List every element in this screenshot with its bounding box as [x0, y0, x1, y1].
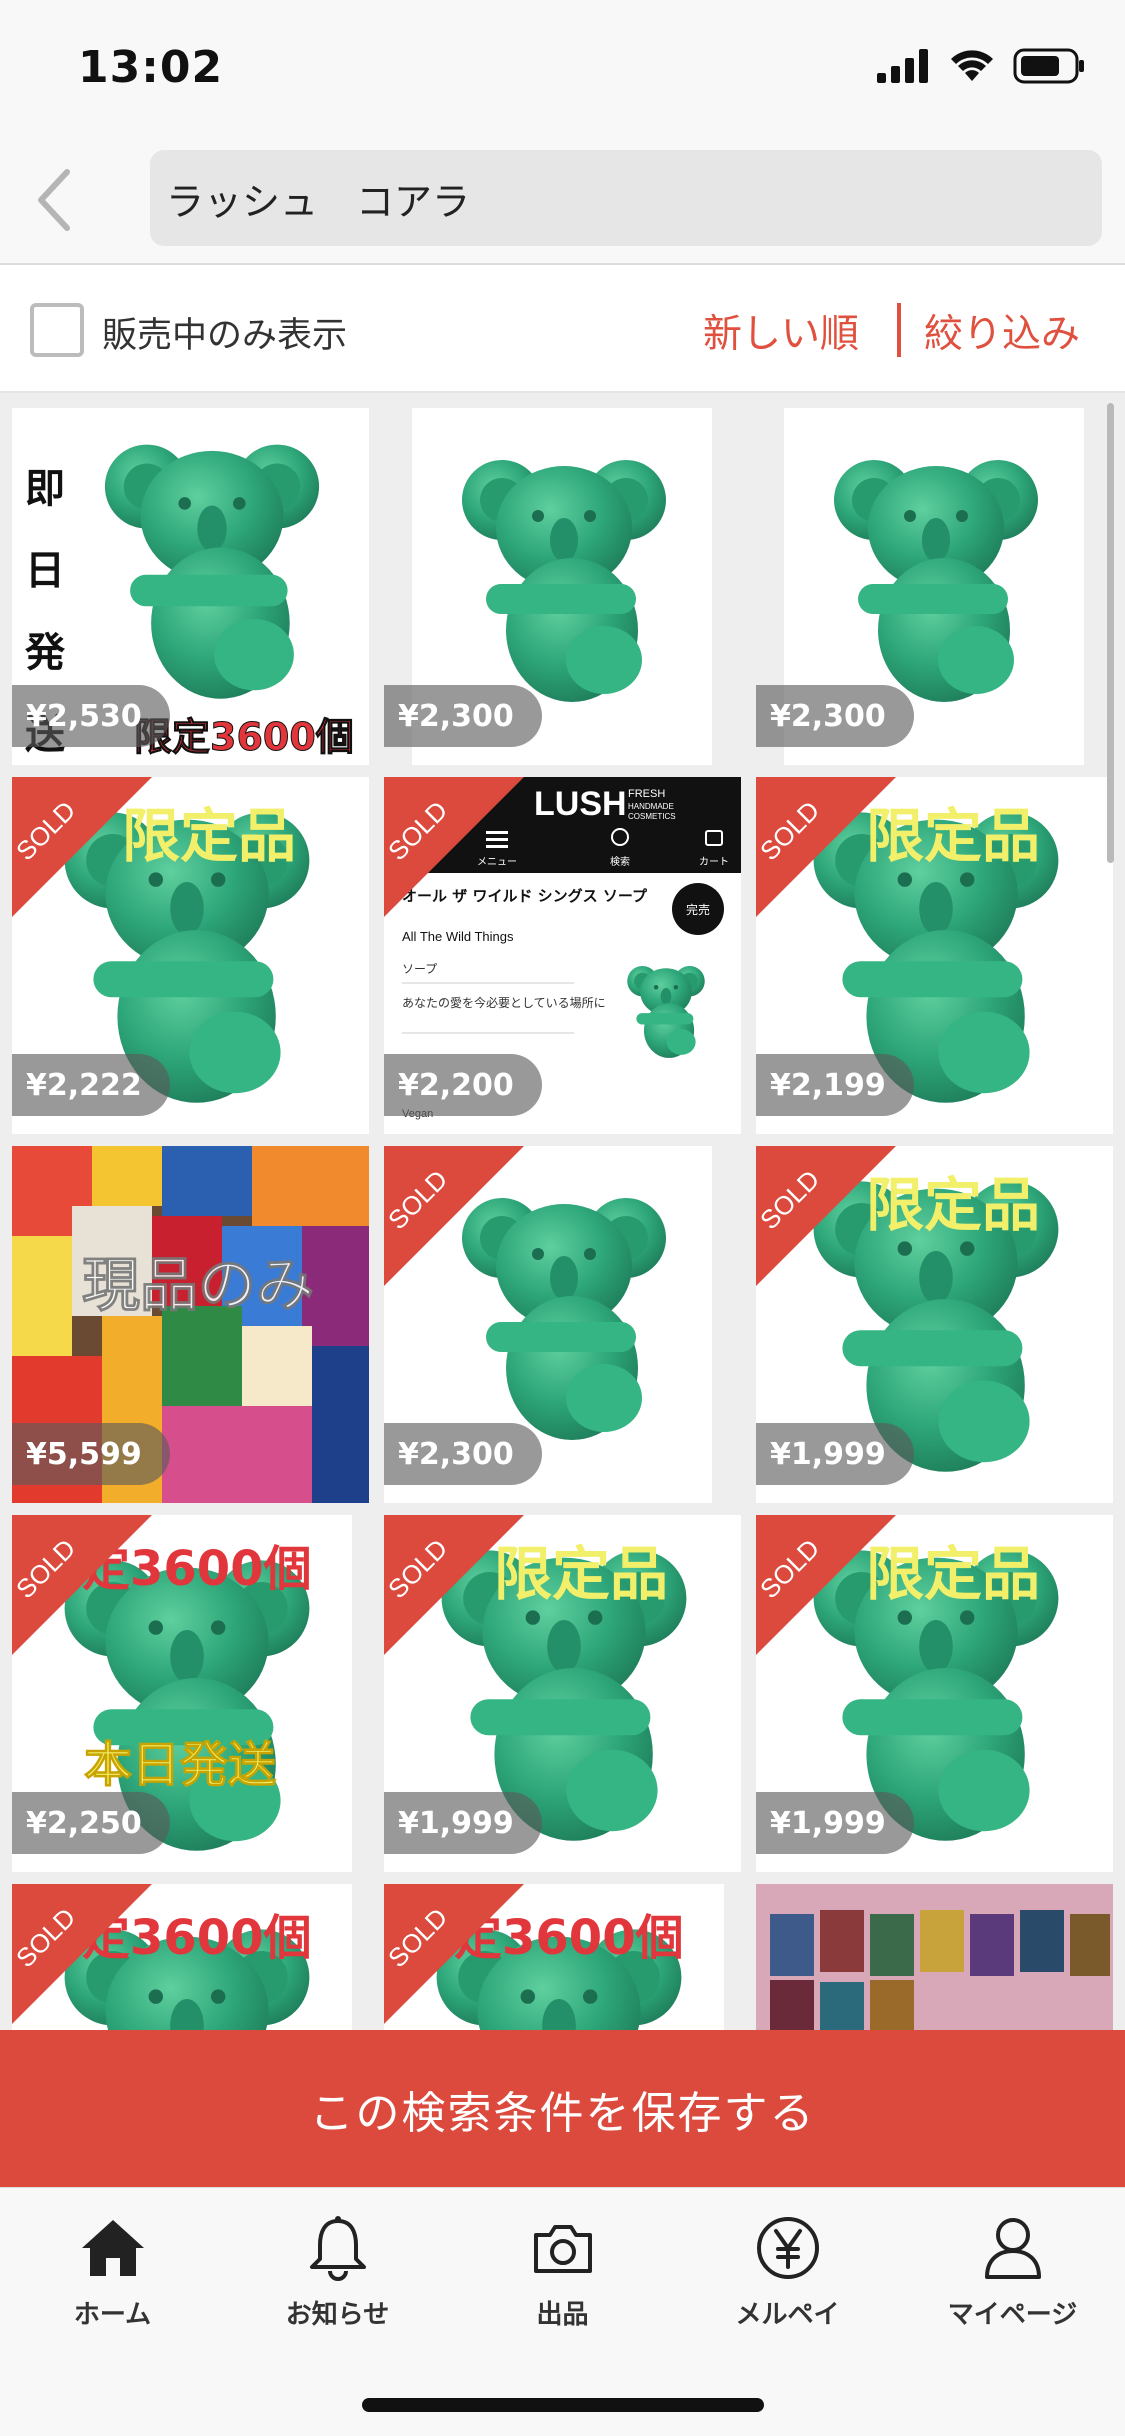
svg-text:あなたの愛を今必要としている場所に: あなたの愛を今必要としている場所に — [402, 995, 606, 1010]
product-image — [756, 1884, 1113, 2030]
search-header: ラッシュ コアラ — [0, 132, 1125, 265]
overlay-honjitsu: 本日発送 — [83, 1737, 277, 1794]
sold-ribbon: SOLD — [12, 777, 152, 917]
product-tile[interactable]: 即日発送 限定3600個 ¥2,530 — [12, 408, 369, 765]
tab-sell[interactable]: 出品 — [450, 2210, 675, 2350]
svg-text:All The Wild Things: All The Wild Things — [402, 929, 514, 944]
sold-ribbon: SOLD — [384, 1884, 524, 2024]
product-tile[interactable]: 定3600個 本日発送 SOLD ¥2,250 — [12, 1515, 369, 1872]
filter-divider — [897, 303, 901, 357]
overlay-genpin: 現品のみ — [81, 1251, 315, 1320]
status-bar: 13:02 — [0, 0, 1125, 132]
sold-ribbon: SOLD — [12, 1515, 152, 1655]
home-indicator[interactable] — [362, 2398, 764, 2412]
chevron-left-icon — [38, 169, 70, 231]
svg-text:カート: カート — [699, 856, 729, 868]
product-tile[interactable]: 限定品 SOLD ¥1,999 — [756, 1146, 1113, 1503]
bell-icon — [300, 2210, 376, 2286]
sold-ribbon: SOLD — [756, 1146, 896, 1286]
on-sale-only-label[interactable]: 販売中のみ表示 — [102, 307, 347, 358]
sort-newest-button[interactable]: 新しい順 — [703, 303, 859, 359]
home-icon — [75, 2210, 151, 2286]
sold-ribbon: SOLD — [384, 1146, 524, 1286]
product-tile[interactable]: SOLD ¥2,300 — [384, 1146, 741, 1503]
product-tile[interactable]: 限定品 SOLD ¥2,199 — [756, 777, 1113, 1134]
price-badge: ¥2,530 — [12, 685, 170, 747]
svg-text:ソープ: ソープ — [402, 962, 437, 976]
search-input[interactable]: ラッシュ コアラ — [150, 150, 1102, 246]
price-badge: ¥2,300 — [756, 685, 914, 747]
status-time: 13:02 — [78, 42, 224, 93]
signal-icon — [877, 49, 928, 83]
search-query: ラッシュ コアラ — [166, 179, 471, 224]
on-sale-only-checkbox[interactable] — [30, 303, 84, 357]
svg-text:COSMETICS: COSMETICS — [628, 812, 676, 821]
svg-text:検索: 検索 — [610, 855, 630, 868]
tab-label: メルペイ — [735, 2300, 840, 2330]
price-badge: ¥2,222 — [12, 1054, 170, 1116]
product-tile[interactable]: 限定品 SOLD ¥1,999 — [384, 1515, 741, 1872]
status-icons — [877, 48, 1085, 84]
sold-ribbon: SOLD — [756, 777, 896, 917]
sold-ribbon: SOLD — [384, 1515, 524, 1655]
price-badge: ¥2,200 — [384, 1054, 542, 1116]
svg-text:LUSH: LUSH — [534, 785, 627, 823]
price-badge: ¥1,999 — [384, 1792, 542, 1854]
sold-ribbon: SOLD — [12, 1884, 152, 2024]
price-badge: ¥2,199 — [756, 1054, 914, 1116]
product-tile[interactable]: LUSH FRESH HANDMADE COSMETICS メニュー 検索 カー… — [384, 777, 741, 1134]
yen-icon — [750, 2210, 826, 2286]
tab-home[interactable]: ホーム — [0, 2210, 225, 2350]
product-tile[interactable]: ¥2,300 — [384, 408, 741, 765]
back-button[interactable] — [18, 162, 88, 238]
sold-ribbon: SOLD — [384, 777, 524, 917]
product-tile[interactable]: 定3600個 SOLD — [384, 1884, 741, 2030]
price-badge: ¥2,300 — [384, 1423, 542, 1485]
refine-button[interactable]: 絞り込み — [924, 303, 1080, 359]
tab-mypage[interactable]: マイページ — [900, 2210, 1125, 2350]
price-badge: ¥2,250 — [12, 1792, 170, 1854]
product-tile[interactable]: 限定品 SOLD ¥1,999 — [756, 1515, 1113, 1872]
tab-notifications[interactable]: お知らせ — [225, 2210, 450, 2350]
svg-text:HANDMADE: HANDMADE — [628, 802, 674, 811]
product-tile[interactable]: ¥2,300 — [756, 408, 1113, 765]
tab-label: ホーム — [73, 2300, 152, 2330]
camera-icon — [525, 2210, 601, 2286]
wifi-icon — [951, 50, 993, 81]
price-badge: ¥1,999 — [756, 1792, 914, 1854]
price-badge: ¥2,300 — [384, 685, 542, 747]
person-icon — [975, 2210, 1051, 2286]
price-badge: ¥1,999 — [756, 1423, 914, 1485]
save-search-button[interactable]: この検索条件を保存する — [0, 2030, 1125, 2187]
product-tile[interactable] — [756, 1884, 1113, 2030]
scroll-indicator[interactable] — [1107, 403, 1114, 863]
product-grid: 即日発送 限定3600個 ¥2,530 ¥2,300 ¥2,300 限定品 SO… — [0, 393, 1125, 2030]
svg-text:完売: 完売 — [686, 902, 710, 917]
battery-icon — [1013, 48, 1084, 84]
product-tile[interactable]: 定3600個 SOLD — [12, 1884, 369, 2030]
svg-text:FRESH: FRESH — [628, 788, 665, 800]
product-tile[interactable]: 現品のみ ¥5,599 — [12, 1146, 369, 1503]
filter-bar: 販売中のみ表示 新しい順 絞り込み — [0, 265, 1125, 393]
tab-label: 出品 — [536, 2300, 589, 2330]
product-tile[interactable]: 限定品 SOLD ¥2,222 — [12, 777, 369, 1134]
price-badge: ¥5,599 — [12, 1423, 170, 1485]
tab-label: お知らせ — [285, 2300, 390, 2330]
tab-label: マイページ — [947, 2300, 1078, 2330]
tab-merpay[interactable]: メルペイ — [675, 2210, 900, 2350]
sold-ribbon: SOLD — [756, 1515, 896, 1655]
